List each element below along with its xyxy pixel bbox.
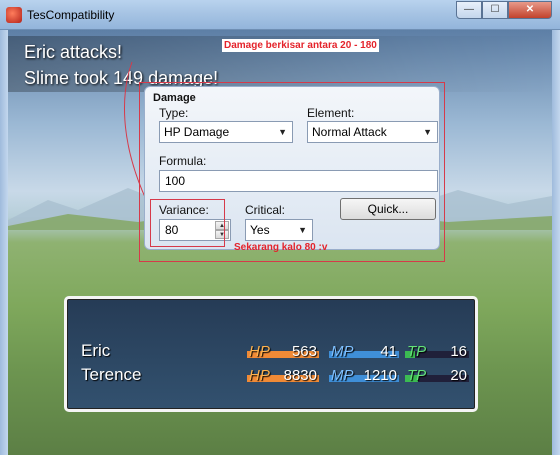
- type-select[interactable]: HP Damage ▼: [159, 121, 293, 143]
- hp-value: 563: [291, 343, 317, 360]
- hp-value: 8830: [283, 367, 317, 384]
- annotation-variance-frame: [150, 199, 225, 247]
- mp-label: MP: [331, 367, 354, 384]
- mp-gauge: MP 41: [329, 343, 399, 361]
- element-select[interactable]: Normal Attack ▼: [307, 121, 438, 143]
- formula-label: Formula:: [159, 154, 207, 168]
- party-status-window: Eric HP 563 MP 41 TP 16 Terence HP 8830 …: [64, 296, 478, 412]
- title-bar: TesCompatibility — ☐ ✕: [0, 0, 560, 30]
- window-title: TesCompatibility: [27, 8, 115, 22]
- critical-select-value: Yes: [250, 223, 270, 237]
- window-frame-right: [552, 30, 560, 455]
- battle-message-line: Eric attacks!: [24, 42, 123, 62]
- hp-label: HP: [249, 343, 270, 360]
- hp-gauge: HP 563: [247, 343, 319, 361]
- tp-gauge: TP 16: [405, 343, 469, 361]
- maximize-button[interactable]: ☐: [482, 1, 508, 19]
- window-controls: — ☐ ✕: [456, 1, 552, 19]
- chevron-down-icon: ▼: [278, 127, 287, 137]
- element-label: Element:: [307, 106, 355, 120]
- close-button[interactable]: ✕: [508, 1, 552, 19]
- tp-label: TP: [407, 367, 427, 384]
- hp-label: HP: [249, 367, 270, 384]
- critical-label: Critical:: [245, 203, 286, 217]
- app-icon: [6, 7, 22, 23]
- type-label: Type:: [159, 106, 189, 120]
- critical-select[interactable]: Yes ▼: [245, 219, 313, 241]
- quick-button[interactable]: Quick...: [340, 198, 436, 220]
- annotation-variance-note: Sekarang kalo 80 :v: [234, 242, 328, 253]
- actor-name: Terence: [81, 365, 142, 384]
- actor-name: Eric: [81, 341, 111, 360]
- annotation-damage-range: Damage berkisar antara 20 - 180: [222, 39, 379, 52]
- mp-value: 41: [380, 343, 397, 360]
- minimize-button[interactable]: —: [456, 1, 482, 19]
- type-select-value: HP Damage: [164, 125, 230, 139]
- tp-label: TP: [407, 343, 427, 360]
- window-frame-left: [0, 30, 8, 455]
- element-select-value: Normal Attack: [312, 125, 387, 139]
- mp-value: 1210: [363, 367, 397, 384]
- formula-field[interactable]: 100: [159, 170, 438, 192]
- hp-gauge: HP 8830: [247, 367, 319, 385]
- tp-value: 16: [450, 343, 467, 360]
- mp-gauge: MP 1210: [329, 367, 399, 385]
- tp-gauge: TP 20: [405, 367, 469, 385]
- tp-value: 20: [450, 367, 467, 384]
- panel-title: Damage: [153, 92, 196, 104]
- chevron-down-icon: ▼: [423, 127, 432, 137]
- chevron-down-icon: ▼: [298, 225, 307, 235]
- mp-label: MP: [331, 343, 354, 360]
